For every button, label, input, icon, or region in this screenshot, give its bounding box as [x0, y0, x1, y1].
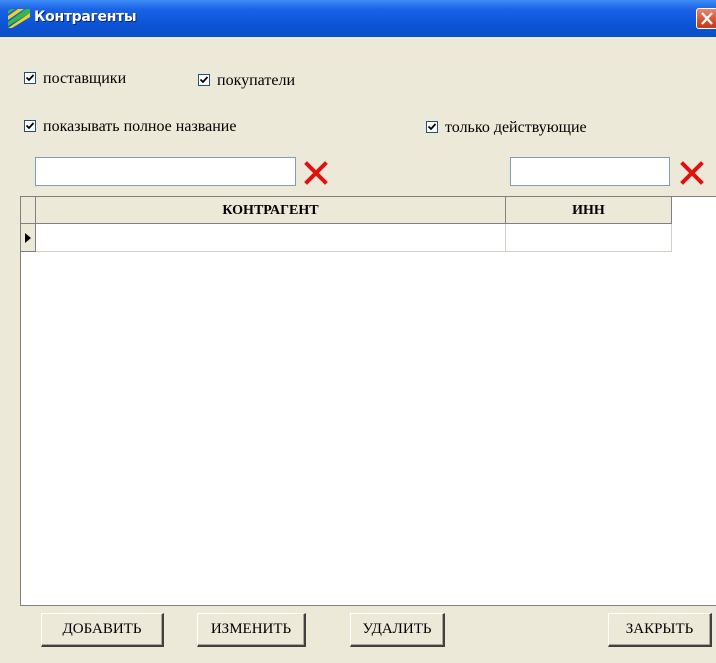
name-filter-input[interactable]	[35, 157, 296, 186]
suppliers-checkbox[interactable]: поставщики	[24, 70, 126, 88]
close-icon	[701, 12, 713, 25]
full-name-label: показывать полное название	[43, 118, 237, 135]
add-button[interactable]: ДОБАВИТЬ	[41, 613, 164, 647]
delete-button[interactable]: УДАЛИТЬ	[350, 613, 445, 647]
column-header-inn[interactable]: ИНН	[506, 197, 672, 224]
suppliers-label: поставщики	[43, 70, 127, 87]
checkbox-checked-icon	[426, 121, 438, 133]
table-cell-inn[interactable]	[506, 224, 672, 252]
current-row-arrow-icon	[25, 233, 31, 243]
close-button[interactable]: ЗАКРЫТЬ	[608, 613, 712, 647]
inn-filter-input[interactable]	[510, 157, 670, 186]
column-header-contractor[interactable]: КОНТРАГЕНТ	[36, 197, 506, 224]
contractors-grid[interactable]: КОНТРАГЕНТ ИНН	[20, 196, 716, 606]
clear-name-filter-icon[interactable]	[303, 160, 329, 186]
edit-button[interactable]: ИЗМЕНИТЬ	[197, 613, 306, 647]
buyers-checkbox[interactable]: покупатели	[198, 72, 295, 90]
checkbox-checked-icon	[198, 74, 210, 86]
title-bar[interactable]: Контрагенты	[0, 0, 716, 37]
app-icon	[8, 9, 30, 28]
checkbox-checked-icon	[24, 120, 36, 132]
checkbox-checked-icon	[24, 72, 36, 84]
table-cell-contractor[interactable]	[36, 224, 506, 252]
close-window-button[interactable]	[696, 8, 716, 29]
window-title: Контрагенты	[34, 9, 137, 25]
full-name-checkbox[interactable]: показывать полное название	[24, 118, 236, 136]
grid-corner	[21, 197, 36, 224]
buyers-label: покупатели	[217, 72, 295, 89]
row-indicator[interactable]	[21, 224, 36, 252]
clear-inn-filter-icon[interactable]	[679, 160, 705, 186]
active-only-label: только действующие	[445, 119, 587, 136]
active-only-checkbox[interactable]: только действующие	[426, 119, 587, 137]
